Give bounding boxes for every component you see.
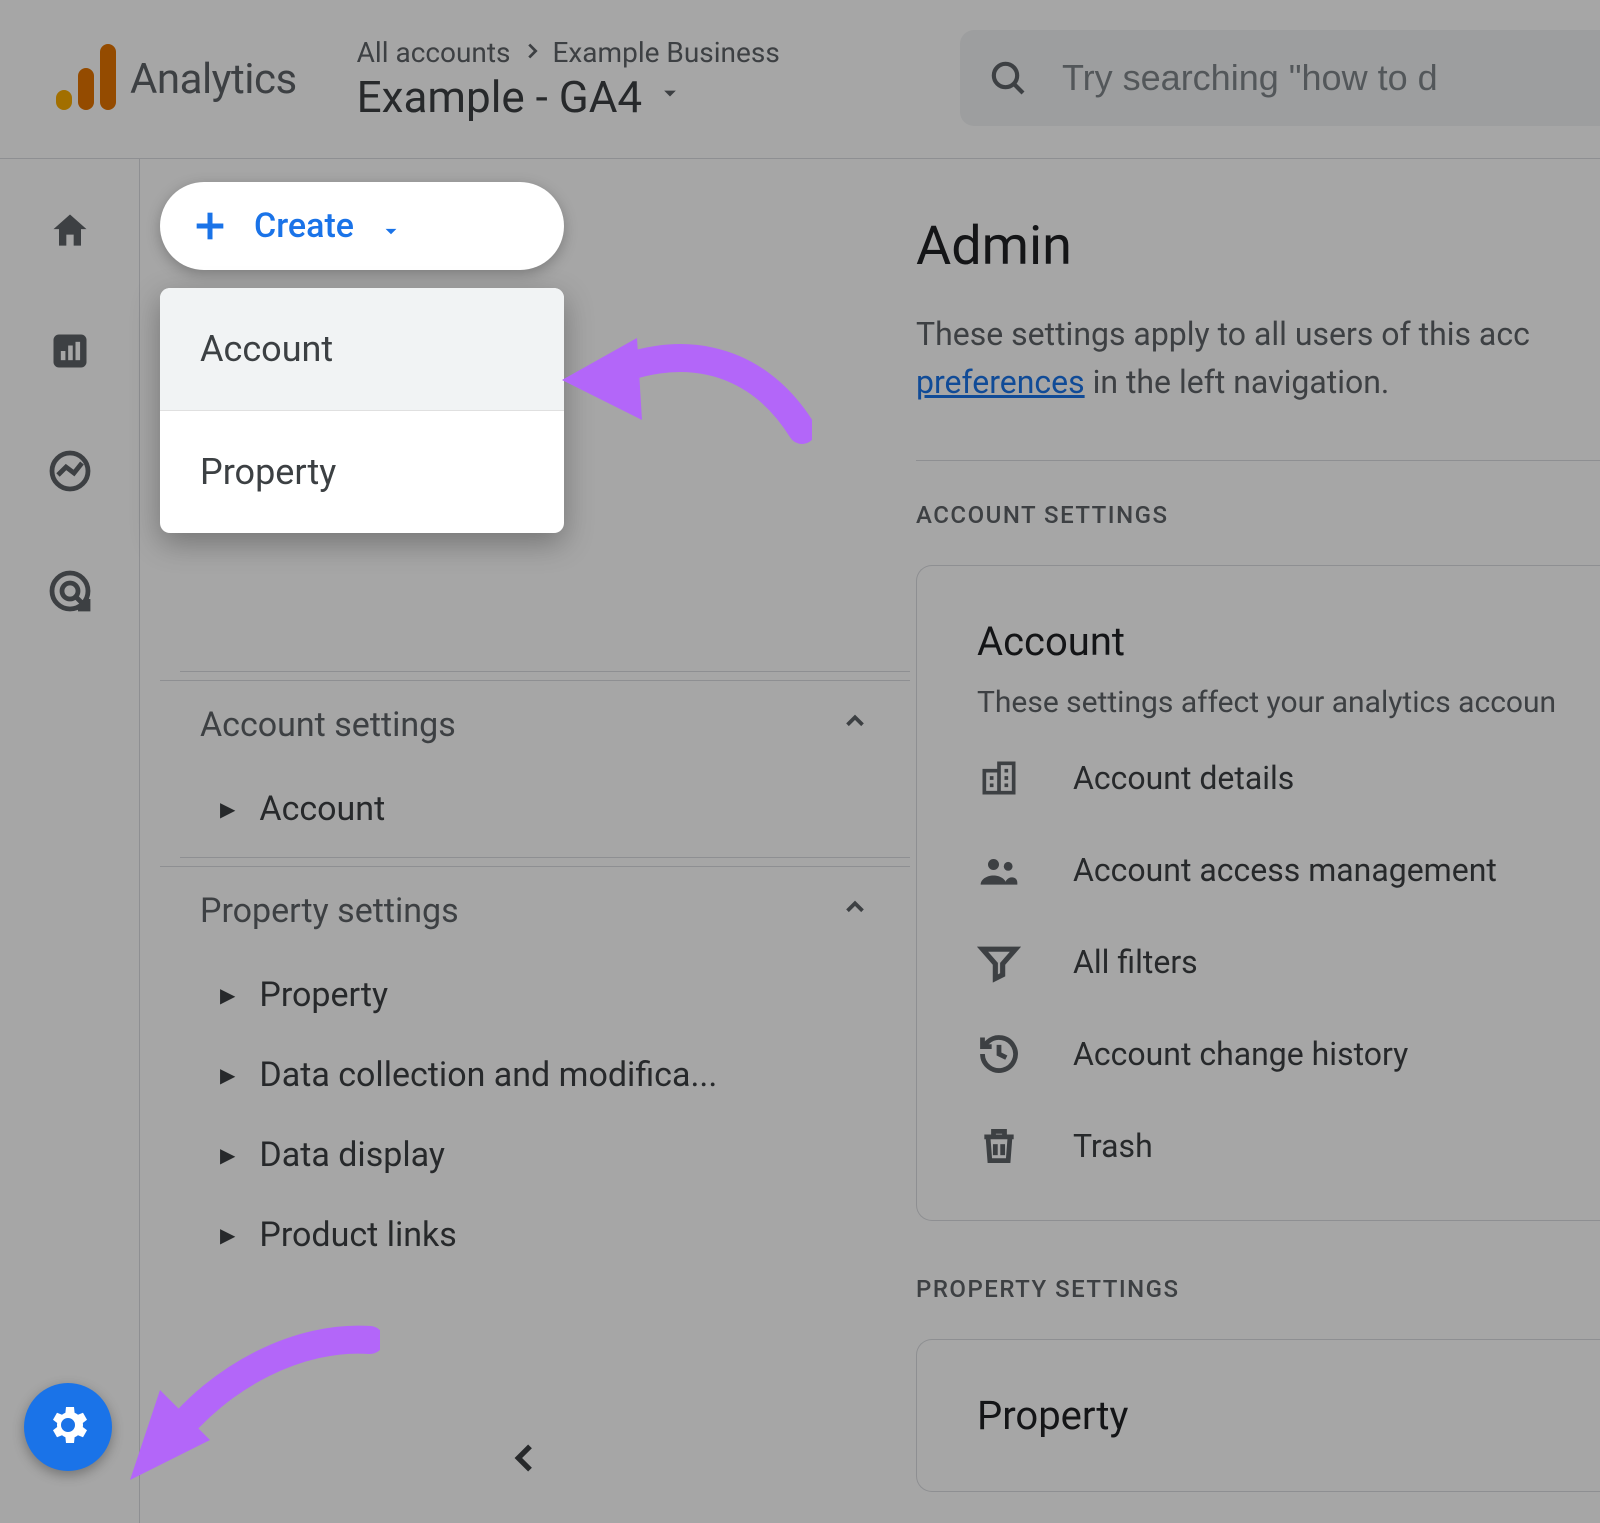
create-dropdown: Account Property xyxy=(160,288,564,533)
caret-down-icon xyxy=(378,213,404,239)
dropdown-option-property[interactable]: Property xyxy=(160,411,564,533)
option-label: Property xyxy=(200,451,336,493)
dropdown-option-account[interactable]: Account xyxy=(160,288,564,410)
plus-icon xyxy=(190,206,230,246)
create-button[interactable]: Create xyxy=(160,182,564,270)
admin-gear-button[interactable] xyxy=(24,1383,112,1471)
create-label: Create xyxy=(254,206,354,246)
gear-icon xyxy=(44,1401,92,1453)
option-label: Account xyxy=(200,328,333,370)
